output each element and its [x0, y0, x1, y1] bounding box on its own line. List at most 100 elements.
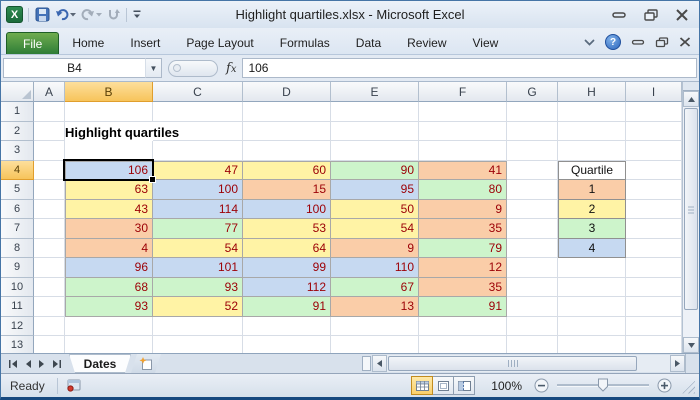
- cell-H3[interactable]: [558, 141, 626, 161]
- column-header-E[interactable]: E: [331, 82, 419, 102]
- row-header-13[interactable]: 13: [1, 336, 34, 353]
- row-header-10[interactable]: 10: [1, 277, 34, 297]
- insert-function-button[interactable]: fx: [224, 61, 242, 76]
- cell-G10[interactable]: [507, 277, 558, 297]
- page-break-preview-button[interactable]: [453, 376, 476, 395]
- cell-C12[interactable]: [153, 316, 243, 336]
- cell-B6[interactable]: 43: [65, 199, 153, 219]
- cell-F9[interactable]: 12: [419, 258, 507, 278]
- formula-bar-handle[interactable]: [168, 59, 218, 77]
- ribbon-tab-insert[interactable]: Insert: [117, 32, 173, 54]
- scroll-left-button[interactable]: [372, 355, 387, 372]
- excel-logo-icon[interactable]: X: [6, 6, 23, 23]
- cell-H8[interactable]: 4: [558, 238, 626, 258]
- cell-F8[interactable]: 79: [419, 238, 507, 258]
- help-icon[interactable]: ?: [605, 34, 621, 50]
- cell-A10[interactable]: [34, 277, 65, 297]
- restore-icon[interactable]: [643, 8, 659, 21]
- cell-I5[interactable]: [626, 180, 682, 200]
- cell-A5[interactable]: [34, 180, 65, 200]
- vertical-split-handle[interactable]: [683, 82, 699, 91]
- normal-view-button[interactable]: [411, 376, 434, 395]
- cell-I7[interactable]: [626, 219, 682, 239]
- cell-G8[interactable]: [507, 238, 558, 258]
- cell-A1[interactable]: [34, 102, 65, 122]
- resize-grip-icon[interactable]: [682, 377, 695, 394]
- cell-G3[interactable]: [507, 141, 558, 161]
- cell-B8[interactable]: 4: [65, 238, 153, 258]
- cell-G1[interactable]: [507, 102, 558, 122]
- cell-A7[interactable]: [34, 219, 65, 239]
- cell-E3[interactable]: [331, 141, 419, 161]
- cell-B5[interactable]: 63: [65, 180, 153, 200]
- cell-C13[interactable]: [153, 336, 243, 353]
- undo-button[interactable]: [54, 7, 77, 22]
- row-header-12[interactable]: 12: [1, 316, 34, 336]
- cell-F11[interactable]: 91: [419, 297, 507, 317]
- cell-F7[interactable]: 35: [419, 219, 507, 239]
- cell-A3[interactable]: [34, 141, 65, 161]
- scroll-up-button[interactable]: [683, 91, 699, 107]
- column-header-H[interactable]: H: [558, 82, 626, 102]
- previous-sheet-button[interactable]: [24, 359, 32, 368]
- cell-H13[interactable]: [558, 336, 626, 353]
- cell-C7[interactable]: 77: [153, 219, 243, 239]
- cell-D1[interactable]: [243, 102, 331, 122]
- cell-C1[interactable]: [153, 102, 243, 122]
- workbook-close-icon[interactable]: [679, 37, 691, 47]
- save-button[interactable]: [34, 6, 51, 23]
- cell-G12[interactable]: [507, 316, 558, 336]
- cell-F6[interactable]: 9: [419, 199, 507, 219]
- cell-D11[interactable]: 91: [243, 297, 331, 317]
- close-icon[interactable]: [675, 8, 689, 21]
- cell-I6[interactable]: [626, 199, 682, 219]
- row-header-7[interactable]: 7: [1, 219, 34, 239]
- cell-F4[interactable]: 41: [419, 160, 507, 180]
- zoom-level[interactable]: 100%: [491, 379, 522, 393]
- cell-E2[interactable]: [331, 121, 419, 141]
- cell-E7[interactable]: 54: [331, 219, 419, 239]
- cell-D2[interactable]: [243, 121, 331, 141]
- cell-I4[interactable]: [626, 160, 682, 180]
- scroll-right-button[interactable]: [670, 355, 685, 372]
- cell-E6[interactable]: 50: [331, 199, 419, 219]
- cell-C8[interactable]: 54: [153, 238, 243, 258]
- cell-H7[interactable]: 3: [558, 219, 626, 239]
- cell-G7[interactable]: [507, 219, 558, 239]
- cell-E5[interactable]: 95: [331, 180, 419, 200]
- expand-ribbon-chevron-icon[interactable]: [584, 39, 595, 46]
- ribbon-tab-home[interactable]: Home: [59, 32, 117, 54]
- tab-split-handle[interactable]: [362, 356, 371, 371]
- cell-I9[interactable]: [626, 258, 682, 278]
- vertical-scrollbar[interactable]: [682, 82, 699, 353]
- cell-A12[interactable]: [34, 316, 65, 336]
- cell-I10[interactable]: [626, 277, 682, 297]
- formula-input[interactable]: 106: [242, 58, 697, 78]
- scroll-down-button[interactable]: [683, 337, 699, 353]
- row-header-6[interactable]: 6: [1, 199, 34, 219]
- horizontal-scrollbar[interactable]: [372, 355, 685, 372]
- ribbon-tab-formulas[interactable]: Formulas: [267, 32, 343, 54]
- cell-F10[interactable]: 35: [419, 277, 507, 297]
- cell-G2[interactable]: [507, 121, 558, 141]
- repeat-button[interactable]: [106, 7, 121, 22]
- cell-H10[interactable]: [558, 277, 626, 297]
- insert-worksheet-button[interactable]: [131, 354, 161, 373]
- cell-H6[interactable]: 2: [558, 199, 626, 219]
- cell-D10[interactable]: 112: [243, 277, 331, 297]
- ribbon-tab-page-layout[interactable]: Page Layout: [173, 32, 266, 54]
- cell-B11[interactable]: 93: [65, 297, 153, 317]
- cell-D8[interactable]: 64: [243, 238, 331, 258]
- cell-I11[interactable]: [626, 297, 682, 317]
- ribbon-tab-review[interactable]: Review: [394, 32, 459, 54]
- cell-H12[interactable]: [558, 316, 626, 336]
- cell-B1[interactable]: [65, 102, 153, 122]
- cell-F12[interactable]: [419, 316, 507, 336]
- cell-G9[interactable]: [507, 258, 558, 278]
- cell-I2[interactable]: [626, 121, 682, 141]
- cell-E12[interactable]: [331, 316, 419, 336]
- cell-C5[interactable]: 100: [153, 180, 243, 200]
- page-layout-view-button[interactable]: [432, 376, 455, 395]
- cell-F1[interactable]: [419, 102, 507, 122]
- cell-C9[interactable]: 101: [153, 258, 243, 278]
